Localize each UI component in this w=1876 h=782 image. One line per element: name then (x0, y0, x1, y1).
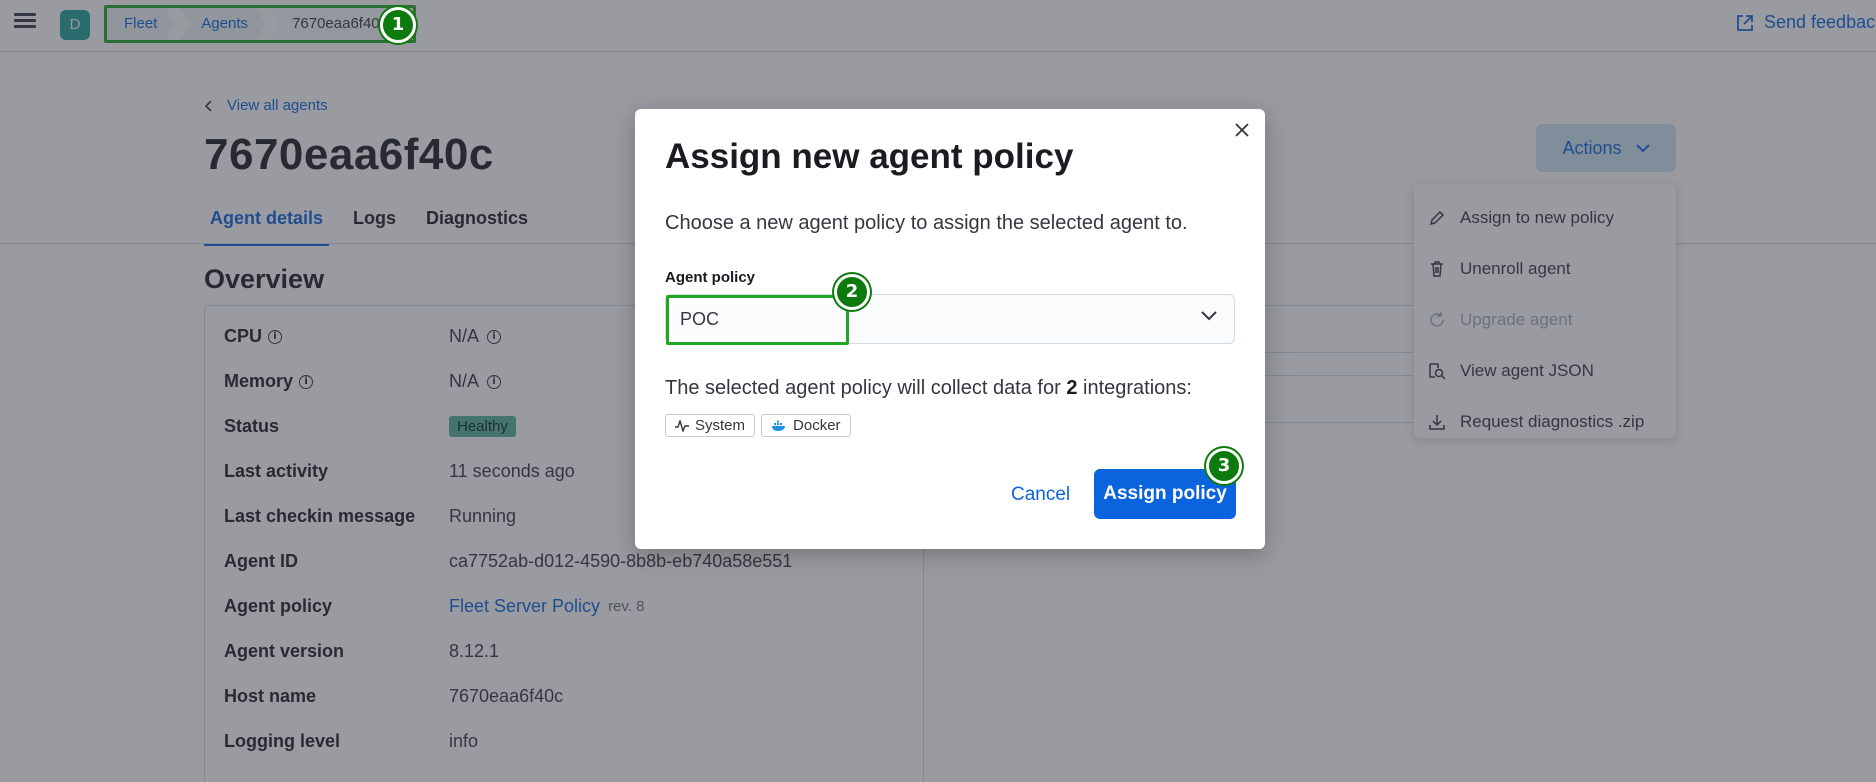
integrations-summary: The selected agent policy will collect d… (665, 377, 1192, 400)
step-marker-3: 3 (1206, 448, 1242, 484)
integration-chip-system: System (665, 414, 756, 437)
assign-policy-modal: Assign new agent policy Choose a new age… (635, 109, 1265, 549)
selected-policy-value: POC (680, 309, 720, 329)
integration-chip-docker: Docker (761, 414, 851, 437)
integration-count: 2 (1066, 377, 1078, 399)
step-marker-2: 2 (834, 274, 870, 310)
chevron-down-icon (1201, 311, 1217, 321)
cancel-button[interactable]: Cancel (1001, 478, 1080, 512)
integration-label: Docker (793, 417, 841, 434)
modal-description: Choose a new agent policy to assign the … (665, 212, 1188, 234)
docker-icon (772, 420, 786, 431)
agent-policy-select[interactable]: POC (665, 294, 1235, 344)
integration-label: System (695, 417, 746, 434)
summary-suffix: integrations: (1083, 377, 1192, 399)
modal-title: Assign new agent policy (665, 137, 1074, 176)
integration-badges: System Docker (665, 414, 851, 437)
close-icon[interactable] (1231, 119, 1253, 141)
step-marker-1: 1 (380, 7, 416, 43)
summary-prefix: The selected agent policy will collect d… (665, 377, 1061, 399)
agent-policy-label: Agent policy (665, 269, 756, 286)
system-icon (675, 419, 689, 432)
